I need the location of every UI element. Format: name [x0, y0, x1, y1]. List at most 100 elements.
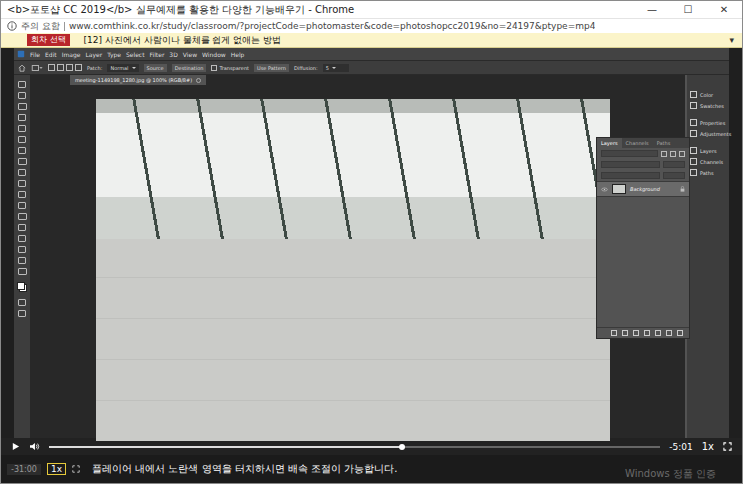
checkbox-box[interactable] [211, 65, 217, 71]
option-select[interactable]: Normal [107, 64, 138, 72]
fullscreen-icon[interactable] [72, 465, 80, 473]
layer-action-icon[interactable] [677, 330, 683, 336]
speed-button[interactable]: 1x [702, 441, 714, 452]
option-checkbox[interactable]: Transparent [211, 65, 249, 71]
panel-icon [690, 158, 697, 165]
tool-icon[interactable] [18, 136, 26, 143]
menu-item[interactable]: Layer [85, 51, 102, 58]
filter-icon[interactable] [661, 151, 667, 157]
tool-icon[interactable] [18, 235, 26, 242]
mode-icon[interactable] [48, 64, 55, 71]
filter-icon[interactable] [670, 151, 676, 157]
tool-icon[interactable] [18, 257, 26, 264]
play-icon[interactable] [11, 442, 20, 451]
panel-tab[interactable]: Layers [597, 138, 622, 148]
menu-item[interactable]: Type [107, 51, 121, 58]
mode-icon[interactable] [57, 64, 64, 71]
close-tab-icon[interactable] [196, 78, 201, 83]
layer-row[interactable]: Background [597, 181, 689, 197]
panel-tab[interactable]: Channels [622, 138, 653, 148]
menu-item[interactable]: Window [202, 51, 226, 58]
layer-action-icon[interactable] [611, 330, 617, 336]
option-button[interactable]: Use Pattern [254, 64, 289, 72]
tool-icon[interactable] [18, 158, 27, 165]
tool-icon[interactable] [18, 125, 26, 132]
episode-dropdown[interactable]: ▾ [729, 35, 734, 45]
info-icon[interactable] [7, 21, 17, 31]
option-button[interactable]: Destination [172, 64, 207, 72]
tool-icon[interactable] [18, 202, 26, 209]
opacity-field[interactable] [663, 161, 685, 168]
fullscreen-icon[interactable] [723, 442, 732, 451]
selection-mode-icons[interactable] [48, 64, 82, 71]
home-icon[interactable] [18, 64, 26, 72]
layer-action-icon[interactable] [644, 330, 650, 336]
tool-icon[interactable] [18, 224, 26, 231]
panel-button[interactable]: Paths [687, 167, 729, 178]
notice-text: 플레이어 내에서 노란색 영역을 터치하시면 배속 조절이 가능합니다. [92, 462, 397, 476]
remaining-time: -5:01 [669, 442, 692, 452]
menu-item[interactable]: 3D [169, 51, 177, 58]
layer-action-icon[interactable] [633, 330, 639, 336]
menu-item[interactable]: Edit [45, 51, 57, 58]
panel-button[interactable]: Adjustments [687, 128, 729, 139]
tool-icon[interactable] [18, 191, 26, 198]
progress-bar[interactable] [49, 446, 660, 448]
filter-icon[interactable] [679, 151, 685, 157]
color-swatch-icon[interactable] [17, 282, 27, 292]
panel-icon [690, 119, 697, 126]
app-logo-icon [17, 50, 25, 58]
panel-button[interactable]: Channels [687, 156, 729, 167]
eye-icon[interactable] [601, 187, 608, 192]
tool-icon[interactable] [18, 114, 26, 121]
panel-button[interactable]: Swatches [687, 100, 729, 111]
menu-item[interactable]: File [30, 51, 40, 58]
lock-field[interactable] [601, 172, 660, 179]
panel-button[interactable]: Layers [687, 145, 729, 156]
episode-title[interactable]: [12] 사진에서 사람이나 물체를 쉽게 없애는 방법 [84, 34, 716, 47]
quick-mask-icon[interactable] [18, 299, 26, 306]
option-button[interactable]: Source [144, 64, 167, 72]
panel-button[interactable]: Properties [687, 117, 729, 128]
screen-mode-icon[interactable] [18, 310, 26, 317]
window-controls: —☐✕ [634, 4, 742, 15]
tool-icon[interactable] [18, 180, 26, 187]
panel-button[interactable]: Color [687, 89, 729, 100]
layer-action-icon[interactable] [666, 330, 672, 336]
tool-icon[interactable] [18, 268, 27, 275]
option-select[interactable]: 5 [323, 64, 349, 72]
menu-item[interactable]: Select [126, 51, 145, 58]
progress-handle[interactable] [399, 444, 405, 450]
lock-icon [680, 186, 685, 192]
menu-item[interactable]: Filter [150, 51, 165, 58]
tool-icon[interactable] [18, 147, 26, 154]
mode-icon[interactable] [75, 64, 82, 71]
panel-tab[interactable]: Paths [653, 138, 675, 148]
layer-action-icon[interactable] [622, 330, 628, 336]
window-control-button[interactable]: — [634, 4, 670, 15]
tool-icon[interactable] [18, 169, 26, 176]
menu-item[interactable]: Image [62, 51, 81, 58]
tool-icon[interactable] [18, 103, 27, 110]
patch-tool-icon[interactable] [31, 64, 43, 72]
layer-action-icon[interactable] [655, 330, 661, 336]
tool-icon[interactable] [18, 246, 26, 253]
foreground-color[interactable] [17, 282, 25, 290]
window-control-button[interactable]: ✕ [706, 4, 742, 15]
fill-field[interactable] [663, 172, 685, 179]
menu-item[interactable]: View [183, 51, 197, 58]
tool-icon[interactable] [18, 213, 27, 220]
document-tab[interactable]: meeting-1149198_1280.jpg @ 100% (RGB/8#) [70, 75, 206, 85]
tool-icon[interactable] [18, 81, 26, 88]
caret-icon [332, 67, 336, 69]
window-control-button[interactable]: ☐ [670, 4, 706, 15]
volume-icon[interactable] [29, 442, 40, 451]
filter-field[interactable] [601, 150, 658, 157]
speed-control[interactable]: 1x [47, 463, 66, 475]
episode-select-button[interactable]: 회차 선택 [27, 34, 70, 46]
address-bar[interactable]: 주의 요함 www.comthink.co.kr/study/classroom… [1, 18, 742, 33]
tool-icon[interactable] [18, 92, 26, 99]
blend-mode-field[interactable] [601, 161, 660, 168]
mode-icon[interactable] [66, 64, 73, 71]
menu-item[interactable]: Help [231, 51, 245, 58]
